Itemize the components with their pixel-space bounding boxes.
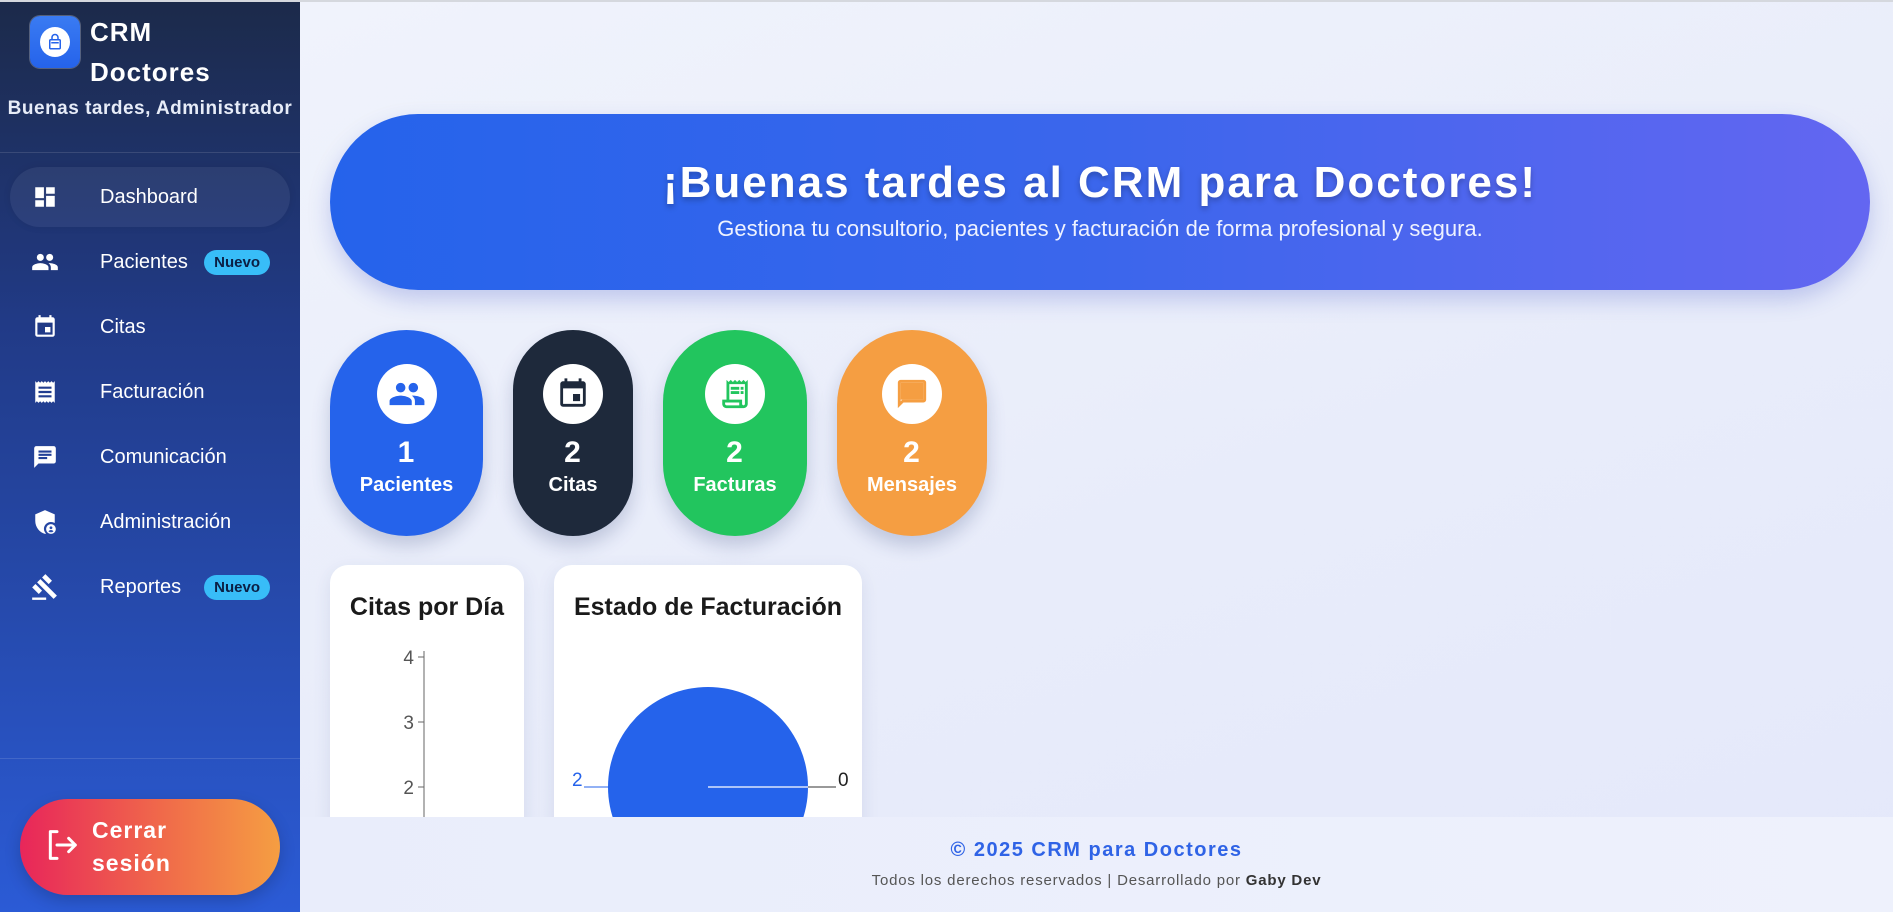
hero-subtitle: Gestiona tu consultorio, pacientes y fac… xyxy=(717,216,1483,241)
people-icon xyxy=(30,247,60,277)
receipt-icon xyxy=(705,364,765,424)
sidebar-item-label: Administración xyxy=(100,510,232,533)
stat-value: 2 xyxy=(903,436,921,469)
calendar-icon xyxy=(543,364,603,424)
stat-card-pacientes[interactable]: 1 Pacientes xyxy=(330,330,483,536)
welcome-banner: ¡Buenas tardes al CRM para Doctores! Ges… xyxy=(330,114,1870,290)
footer-author: Gaby Dev xyxy=(1245,872,1322,889)
receipt-icon xyxy=(30,377,60,407)
sidebar-item-dashboard[interactable]: Dashboard xyxy=(10,167,290,227)
sidebar-item-label: Facturación xyxy=(100,380,205,403)
pie-label: 0 xyxy=(838,770,849,791)
new-badge: Nuevo xyxy=(204,249,270,275)
sidebar-item-pacientes[interactable]: Pacientes Nuevo xyxy=(10,232,290,292)
pie-label: 2 xyxy=(572,770,583,791)
lock-icon xyxy=(30,16,80,68)
stat-value: 2 xyxy=(726,436,744,469)
new-badge: Nuevo xyxy=(204,574,270,600)
footer-copyright: © 2025 CRM para Doctores xyxy=(950,839,1243,861)
chat-icon xyxy=(30,442,60,472)
footer-rights-text: Todos los derechos reservados | Desarrol… xyxy=(871,872,1241,889)
brand: CRM Doctores xyxy=(30,12,240,92)
y-tick-label: 2 xyxy=(403,778,414,799)
footer-rights: Todos los derechos reservados | Desarrol… xyxy=(300,872,1893,889)
stat-label: Facturas xyxy=(693,474,777,496)
sidebar-item-label: Reportes xyxy=(100,575,182,598)
divider xyxy=(0,758,300,759)
stat-label: Pacientes xyxy=(359,474,454,496)
sidebar-item-citas[interactable]: Citas xyxy=(10,297,290,357)
sidebar-item-comunicacion[interactable]: Comunicación xyxy=(10,427,290,487)
brand-title: CRM Doctores xyxy=(90,17,211,87)
sidebar-item-administracion[interactable]: Administración xyxy=(10,492,290,552)
stat-card-facturas[interactable]: 2 Facturas xyxy=(663,330,807,536)
y-tick-label: 3 xyxy=(403,713,414,734)
greeting-text: Buenas tardes, Administrador xyxy=(7,98,293,119)
divider xyxy=(0,152,300,153)
people-icon xyxy=(376,364,437,424)
y-tick-label: 4 xyxy=(403,648,414,669)
gavel-icon xyxy=(30,572,60,602)
stat-label: Mensajes xyxy=(866,474,958,496)
stat-value: 1 xyxy=(397,436,416,469)
stat-value: 2 xyxy=(564,436,582,469)
admin-shield-icon xyxy=(30,507,60,537)
sidebar-item-label: Citas xyxy=(100,315,146,338)
sidebar: CRM Doctores Buenas tardes, Administrado… xyxy=(0,2,300,912)
dashboard-icon xyxy=(30,182,60,212)
sidebar-item-label: Comunicación xyxy=(100,445,227,468)
sidebar-item-label: Dashboard xyxy=(100,185,198,208)
logout-icon xyxy=(42,825,82,870)
hero-title: ¡Buenas tardes al CRM para Doctores! xyxy=(663,158,1537,207)
sidebar-item-reportes[interactable]: Reportes Nuevo xyxy=(10,557,290,617)
stat-card-mensajes[interactable]: 2 Mensajes xyxy=(837,330,987,536)
sidebar-nav: Dashboard Pacientes Nuevo Citas Facturac… xyxy=(10,167,290,622)
chat-icon xyxy=(882,364,942,424)
footer: © 2025 CRM para Doctores Todos los derec… xyxy=(300,817,1893,912)
logout-label: Cerrar sesión xyxy=(92,817,171,876)
calendar-icon xyxy=(30,312,60,342)
stat-card-citas[interactable]: 2 Citas xyxy=(513,330,633,536)
stat-label: Citas xyxy=(548,474,598,496)
logout-button[interactable]: Cerrar sesión xyxy=(20,799,280,895)
sidebar-item-facturacion[interactable]: Facturación xyxy=(10,362,290,422)
sidebar-item-label: Pacientes xyxy=(100,250,188,273)
